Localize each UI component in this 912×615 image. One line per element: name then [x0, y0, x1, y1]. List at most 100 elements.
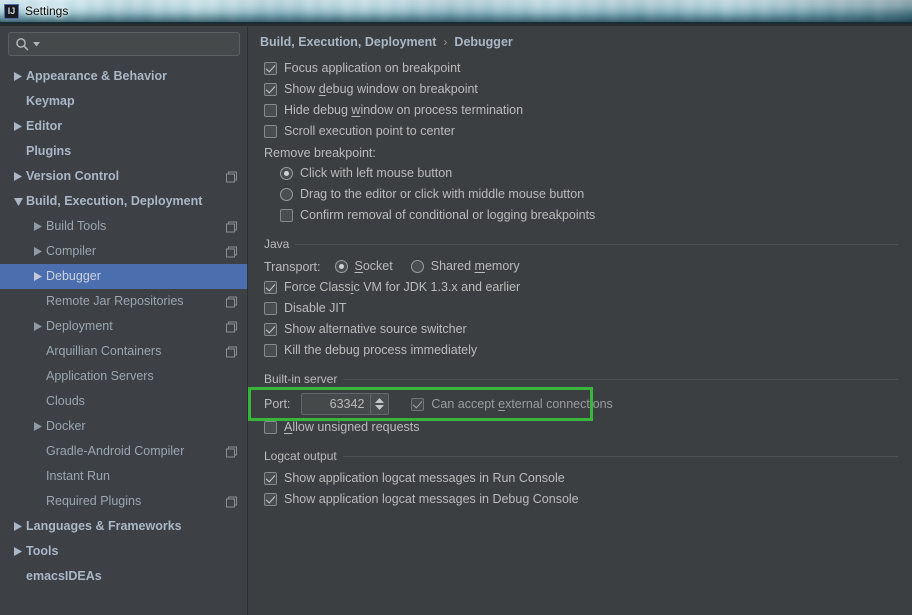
sidebar-item-compiler[interactable]: Compiler [0, 239, 247, 264]
chevron-right-icon[interactable] [14, 522, 22, 531]
hide-debug-window-on-process-termination-row[interactable]: Hide debug window on process termination [264, 100, 912, 121]
sidebar-item-version-control[interactable]: Version Control [0, 164, 247, 189]
search-box[interactable] [8, 32, 240, 56]
port-input[interactable] [302, 394, 371, 414]
show-debug-window-on-breakpoint-row[interactable]: Show debug window on breakpoint [264, 79, 912, 100]
click-with-left-mouse-button-row[interactable]: Click with left mouse button [280, 163, 912, 184]
expand-toggle[interactable] [10, 547, 26, 556]
show-alternative-source-switcher-checkbox[interactable] [264, 323, 277, 336]
project-scope-icon [226, 246, 237, 257]
show-application-logcat-messages-in-debug-console-row[interactable]: Show application logcat messages in Debu… [264, 489, 912, 510]
chevron-right-icon[interactable] [34, 322, 42, 331]
spinner-down-icon[interactable] [375, 405, 385, 410]
chevron-right-icon[interactable] [14, 172, 22, 181]
sidebar-item-keymap[interactable]: Keymap [0, 89, 247, 114]
sidebar-item-build-execution-deployment[interactable]: Build, Execution, Deployment [0, 189, 247, 214]
click-with-left-mouse-button-radio[interactable] [280, 167, 293, 180]
sidebar-item-clouds[interactable]: Clouds [0, 389, 247, 414]
sidebar-item-editor[interactable]: Editor [0, 114, 247, 139]
chevron-right-icon[interactable] [14, 122, 22, 131]
chevron-down-icon[interactable] [13, 197, 23, 206]
sidebar-item-emacsideas[interactable]: emacsIDEAs [0, 564, 247, 589]
expand-toggle[interactable] [30, 272, 46, 281]
breadcrumb-parent[interactable]: Build, Execution, Deployment [260, 35, 436, 49]
chevron-right-icon[interactable] [34, 422, 42, 431]
expand-toggle[interactable] [10, 197, 26, 206]
transport-option-socket[interactable]: Socket [334, 260, 393, 273]
drag-to-the-editor-or-click-with-middle-mouse-button-radio[interactable] [280, 188, 293, 201]
project-scope-icon [226, 321, 237, 332]
kill-the-debug-process-immediately-checkbox[interactable] [264, 344, 277, 357]
sidebar-item-remote-jar-repositories[interactable]: Remote Jar Repositories [0, 289, 247, 314]
force-classic-vm-checkbox[interactable] [264, 281, 277, 294]
logcat-options-group: Show application logcat messages in Run … [258, 468, 912, 510]
sidebar-item-appearance-behavior[interactable]: Appearance & Behavior [0, 64, 247, 89]
window-titlebar[interactable] [0, 0, 912, 22]
allow-unsigned-requests-checkbox[interactable] [264, 421, 277, 434]
allow-unsigned-requests-row[interactable]: Allow unsigned requests [264, 417, 912, 438]
socket-radio[interactable] [334, 260, 348, 273]
drag-to-the-editor-or-click-with-middle-mouse-button-row[interactable]: Drag to the editor or click with middle … [280, 184, 912, 205]
chevron-right-icon[interactable] [34, 222, 42, 231]
scroll-execution-point-to-center-row[interactable]: Scroll execution point to center [264, 121, 912, 142]
show-application-logcat-messages-in-run-console-row[interactable]: Show application logcat messages in Run … [264, 468, 912, 489]
builtin-server-row: Port: Can accept external connections [264, 391, 912, 417]
sidebar-item-docker[interactable]: Docker [0, 414, 247, 439]
show-application-logcat-messages-in-debug-console-checkbox[interactable] [264, 493, 277, 506]
settings-tree: Appearance & Behavior Keymap Editor Plugins… [0, 64, 247, 589]
show-application-logcat-messages-in-run-console-checkbox[interactable] [264, 472, 277, 485]
can-accept-external-connections-row[interactable]: Can accept external connections [411, 397, 613, 411]
hide-debug-window-on-process-termination-checkbox[interactable] [264, 104, 277, 117]
sidebar-item-required-plugins[interactable]: Required Plugins [0, 489, 247, 514]
show-alternative-source-switcher-row[interactable]: Show alternative source switcher [264, 319, 912, 340]
focus-application-on-breakpoint-row[interactable]: Focus application on breakpoint [264, 58, 912, 79]
project-scope-icon [226, 346, 237, 357]
search-input[interactable] [43, 34, 233, 54]
sidebar-item-instant-run[interactable]: Instant Run [0, 464, 247, 489]
port-stepper[interactable] [301, 393, 390, 415]
expand-toggle[interactable] [30, 322, 46, 331]
port-spinner-buttons[interactable] [370, 394, 389, 414]
transport-option-shared-memory[interactable]: Shared memory [410, 260, 520, 273]
sidebar-item-debugger[interactable]: Debugger [0, 264, 247, 289]
sidebar-item-label: Clouds [46, 394, 85, 409]
show-alternative-source-switcher-label: Show alternative source switcher [284, 322, 467, 337]
spinner-up-icon[interactable] [375, 398, 385, 403]
scroll-execution-point-to-center-checkbox[interactable] [264, 125, 277, 138]
settings-sidebar: Appearance & Behavior Keymap Editor Plugins… [0, 26, 248, 615]
confirm-removal-row[interactable]: Confirm removal of conditional or loggin… [280, 205, 912, 226]
sidebar-item-arquillian-containers[interactable]: Arquillian Containers [0, 339, 247, 364]
can-accept-external-connections-checkbox[interactable] [411, 397, 425, 411]
sidebar-item-deployment[interactable]: Deployment [0, 314, 247, 339]
expand-toggle[interactable] [30, 222, 46, 231]
sidebar-item-build-tools[interactable]: Build Tools [0, 214, 247, 239]
search-icon [16, 37, 29, 50]
expand-toggle[interactable] [10, 172, 26, 181]
disable-jit-row[interactable]: Disable JIT [264, 298, 912, 319]
transport-row: Transport: Socket Shared memory [264, 256, 912, 277]
sidebar-item-plugins[interactable]: Plugins [0, 139, 247, 164]
chevron-right-icon[interactable] [14, 72, 22, 81]
show-application-logcat-messages-in-debug-console-label: Show application logcat messages in Debu… [284, 492, 579, 507]
expand-toggle[interactable] [10, 72, 26, 81]
sidebar-item-application-servers[interactable]: Application Servers [0, 364, 247, 389]
expand-toggle[interactable] [10, 122, 26, 131]
confirm-removal-checkbox[interactable] [280, 209, 293, 222]
chevron-right-icon[interactable] [34, 272, 42, 281]
expand-toggle[interactable] [10, 522, 26, 531]
shared-memory-radio[interactable] [410, 260, 424, 273]
focus-application-on-breakpoint-checkbox[interactable] [264, 62, 277, 75]
chevron-down-icon[interactable] [33, 41, 40, 47]
kill-the-debug-process-immediately-row[interactable]: Kill the debug process immediately [264, 340, 912, 361]
chevron-right-icon[interactable] [34, 247, 42, 256]
force-classic-vm-row[interactable]: Force Classic VM for JDK 1.3.x and earli… [264, 277, 912, 298]
expand-toggle[interactable] [30, 247, 46, 256]
disable-jit-checkbox[interactable] [264, 302, 277, 315]
chevron-right-icon[interactable] [14, 547, 22, 556]
sidebar-item-gradle-android-compiler[interactable]: Gradle-Android Compiler [0, 439, 247, 464]
expand-toggle[interactable] [30, 422, 46, 431]
show-debug-window-on-breakpoint-checkbox[interactable] [264, 83, 277, 96]
intellij-idea-icon: IJ [4, 3, 19, 19]
sidebar-item-tools[interactable]: Tools [0, 539, 247, 564]
sidebar-item-languages-frameworks[interactable]: Languages & Frameworks [0, 514, 247, 539]
